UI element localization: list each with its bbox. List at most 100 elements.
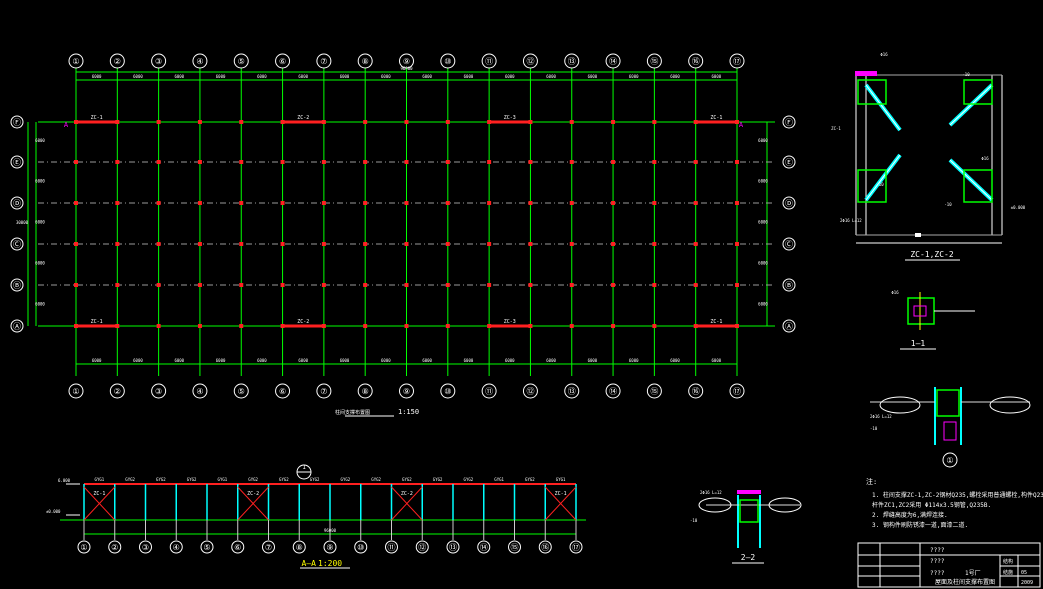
plan-axis-top-label: ② xyxy=(114,57,121,66)
elev-beam-label: GYG1 xyxy=(556,477,566,482)
plan-axis-bottom-label: ⑰ xyxy=(733,387,741,396)
plan-steel-column xyxy=(528,242,533,246)
det1-annotation: -10 xyxy=(870,426,878,431)
plan-steel-column xyxy=(280,160,285,164)
zc-brace-centerline xyxy=(949,84,993,126)
plan-steel-column xyxy=(115,160,120,164)
title-block: ???? ???? ???? 1号厂 屋面及柱间支撑布置图 结构 结施 05 2… xyxy=(857,542,1041,588)
plan-brace-label: ZC-3 xyxy=(504,319,516,325)
plan-steel-column xyxy=(611,283,616,287)
elev-axis-label: ⑥ xyxy=(234,543,241,552)
plan-steel-column xyxy=(611,120,616,124)
plan-steel-column xyxy=(735,283,739,287)
plan-row-dim-left: 6000 xyxy=(35,179,45,184)
plan-steel-column xyxy=(115,283,120,287)
plan-axis-left-label: Ⓑ xyxy=(13,281,21,290)
plan-bay-dim-bottom: 6000 xyxy=(216,358,226,363)
elev-beam-label: GYG1 xyxy=(494,477,504,482)
sec11-column-box xyxy=(907,297,935,325)
plan-steel-column xyxy=(404,242,409,246)
plan-axis-right-label: Ⓒ xyxy=(785,240,793,249)
plan-axis-bottom-label: ⑩ xyxy=(444,387,451,396)
plan-bay-dim-bottom: 6000 xyxy=(340,358,350,363)
elev-section-number: 1 xyxy=(302,464,306,471)
plan-axis-bottom-label: ⑪ xyxy=(485,387,493,396)
plan-steel-column xyxy=(156,324,161,328)
plan-bay-dim-top: 6000 xyxy=(133,74,143,79)
plan-axis-left-label: Ⓓ xyxy=(13,199,21,208)
zc-scale-marker xyxy=(915,233,921,237)
tb-cell-e: 05 xyxy=(1021,570,1027,576)
plan-title: 柱间支撑布置图 xyxy=(335,409,370,416)
plan-steel-column xyxy=(569,201,574,205)
plan-steel-column xyxy=(156,242,161,246)
elev-beam-label: GYG2 xyxy=(371,477,381,482)
elev-beam-label: GYG2 xyxy=(156,477,166,482)
plan-steel-column xyxy=(611,201,616,205)
plan-axis-top-label: ⑨ xyxy=(403,57,410,66)
sec22-title: 2—2 xyxy=(741,553,756,562)
zc-annotation: Φ16 xyxy=(981,156,989,161)
plan-steel-column xyxy=(156,160,161,164)
plan-steel-column xyxy=(404,283,409,287)
elev-axis-label: ③ xyxy=(142,543,149,552)
elev-axis-label: ⑯ xyxy=(541,543,549,552)
elev-brace-label: ZC-1 xyxy=(555,491,567,497)
plan-steel-column xyxy=(363,201,368,205)
plan-axis-top-label: ⑰ xyxy=(733,57,741,66)
plan-steel-column xyxy=(611,324,616,328)
elevation-a-a: 96000①GYG1②GYG2③GYG2④GYG2⑤GYG1⑥GYG2⑦GYG2… xyxy=(46,464,586,569)
elev-axis-label: ⑦ xyxy=(265,543,272,552)
plan-axis-bottom-label: ⑨ xyxy=(403,387,410,396)
note-line-1: 1. 柱间支撑ZC-1,ZC-2钢材Q235,螺栓采用普通螺栓,构件Q235B. xyxy=(872,491,1043,499)
section-1-1-detail: Φ16 1—1 xyxy=(891,290,975,350)
tb-drawing: ???? xyxy=(930,558,945,565)
plan-steel-column xyxy=(445,160,450,164)
sec11-title: 1—1 xyxy=(911,339,926,348)
zc-annotation: Φ16 xyxy=(880,52,888,57)
plan-steel-column xyxy=(404,324,409,328)
plan-steel-column xyxy=(445,120,450,124)
plan-bay-dim-top: 6000 xyxy=(216,74,226,79)
plan-axis-top-label: ⑮ xyxy=(650,57,658,66)
plan-bay-dim-bottom: 6000 xyxy=(422,358,432,363)
plan-steel-column xyxy=(445,242,450,246)
plan-steel-column xyxy=(693,160,698,164)
tb-cell-f: 2009 xyxy=(1021,580,1033,586)
plan-axis-bottom-label: ⑦ xyxy=(320,387,327,396)
plan-axis-top-label: ③ xyxy=(155,57,162,66)
column-bracing-plan: 6000 6000 6000 6000 6000 6000 6000 6000 6000 6000… xyxy=(10,53,796,417)
cad-drawing-canvas[interactable]: 6000 6000 6000 6000 6000 6000 6000 6000 6000 6000… xyxy=(0,0,1043,589)
plan-steel-column xyxy=(445,201,450,205)
plan-brace-label: ZC-1 xyxy=(710,115,722,121)
plan-bay-dim-top: 6000 xyxy=(257,74,267,79)
plan-steel-column xyxy=(652,283,657,287)
plan-steel-column xyxy=(321,201,326,205)
plan-steel-column xyxy=(74,201,78,205)
elev-beam-label: GYG2 xyxy=(248,477,258,482)
elev-axis-label: ⑩ xyxy=(357,543,364,552)
sec22-cap-plate xyxy=(737,490,761,494)
plan-brace-label: ZC-1 xyxy=(91,319,103,325)
plan-row-dim-right: 6000 xyxy=(758,220,768,225)
elev-axis-label: ⑮ xyxy=(511,543,519,552)
elev-beam-label: GYG2 xyxy=(279,477,289,482)
plan-steel-column xyxy=(693,283,698,287)
tb-cell-c: 结构 xyxy=(1003,558,1013,565)
elev-axis-label: ⑨ xyxy=(326,543,333,552)
elev-scale: 1:200 xyxy=(318,559,342,568)
plan-steel-column xyxy=(611,160,616,164)
plan-steel-column xyxy=(239,120,244,124)
plan-bay-dim-bottom: 6000 xyxy=(174,358,184,363)
plan-steel-column xyxy=(197,160,202,164)
plan-steel-column xyxy=(363,120,368,124)
det1-tube-end xyxy=(879,396,921,414)
plan-steel-column xyxy=(363,283,368,287)
plan-row-dim-left: 6000 xyxy=(35,261,45,266)
plan-steel-column xyxy=(528,160,533,164)
plan-bay-dim-top: 6000 xyxy=(92,74,102,79)
note-line-4: 3. 钢构件刷防锈漆一道,面漆二道. xyxy=(872,521,968,529)
plan-steel-column xyxy=(735,201,739,205)
plan-row-dim-right: 6000 xyxy=(758,179,768,184)
plan-steel-column xyxy=(280,201,285,205)
